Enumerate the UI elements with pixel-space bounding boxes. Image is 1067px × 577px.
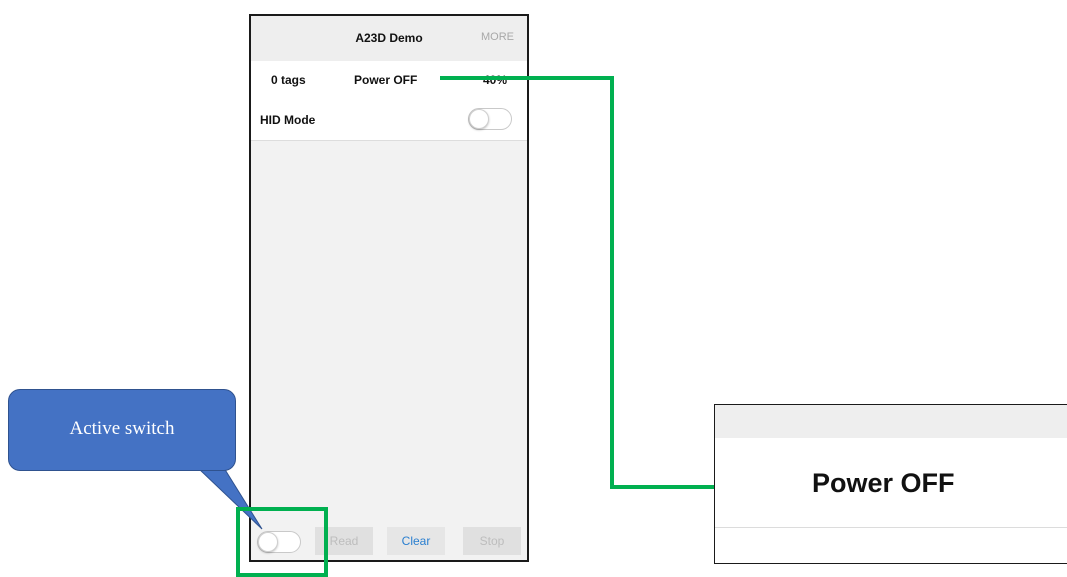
- zoom-divider: [715, 527, 1067, 528]
- zoom-header-bar: [715, 405, 1067, 438]
- zoom-inset: Power OFF: [714, 404, 1067, 564]
- zoom-power-status: Power OFF: [812, 468, 955, 498]
